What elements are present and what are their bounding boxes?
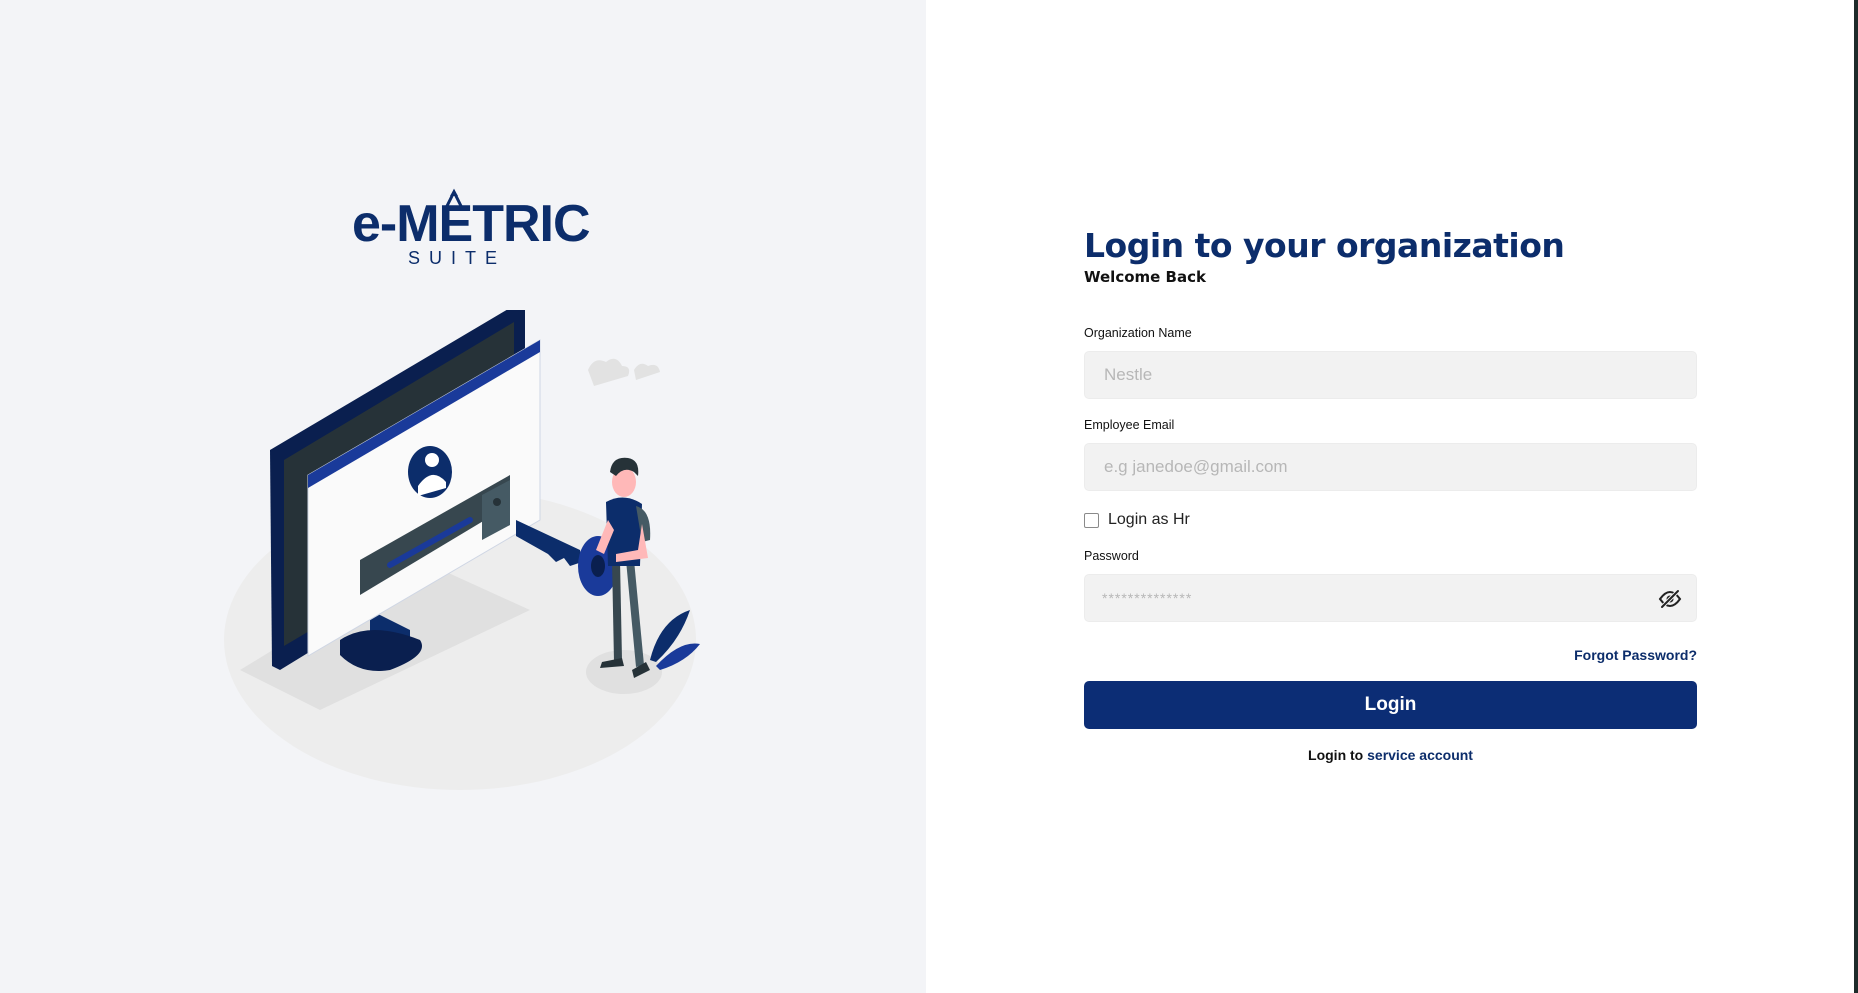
logo-wordmark: e-METRIC [352,195,591,253]
email-label: Employee Email [1084,418,1175,432]
password-input[interactable]: ************** [1102,590,1192,606]
logo-subtitle: SUITE [408,248,507,268]
right-panel: Login to your organization Welcome Back … [926,0,1858,993]
hr-checkbox-row[interactable]: Login as Hr [1084,511,1697,529]
password-field-group: Password ************** [1084,548,1697,622]
forgot-password-row: Forgot Password? [1084,646,1697,665]
service-account-row: Login to service account [1084,746,1697,764]
organization-input[interactable] [1102,364,1679,386]
service-account-prefix: Login to [1308,747,1368,763]
window-edge [1854,0,1858,993]
forgot-password-link[interactable]: Forgot Password? [1574,647,1697,663]
organization-input-box [1084,351,1697,399]
service-account-link[interactable]: service account [1367,747,1473,763]
organization-label: Organization Name [1084,326,1192,340]
left-panel: e-METRIC SUITE [0,0,926,993]
email-input[interactable] [1102,456,1679,478]
hr-checkbox[interactable] [1084,512,1099,528]
brand-logo: e-METRIC SUITE [352,188,591,270]
eye-slash-icon[interactable] [1658,587,1682,611]
password-label: Password [1084,549,1139,563]
hr-checkbox-label[interactable]: Login as Hr [1108,511,1190,529]
page-subtitle: Welcome Back [1084,268,1206,286]
organization-field-group: Organization Name [1084,325,1697,399]
login-button[interactable]: Login [1084,681,1697,729]
password-input-box[interactable]: ************** [1084,574,1697,622]
login-form: Login to your organization Welcome Back … [1084,225,1697,764]
page-title: Login to your organization [1084,226,1565,265]
login-illustration [224,310,700,790]
logo-arrow-icon [444,188,464,209]
email-field-group: Employee Email [1084,417,1697,491]
login-page: e-METRIC SUITE Login to your organizatio… [0,0,1858,993]
email-input-box [1084,443,1697,491]
